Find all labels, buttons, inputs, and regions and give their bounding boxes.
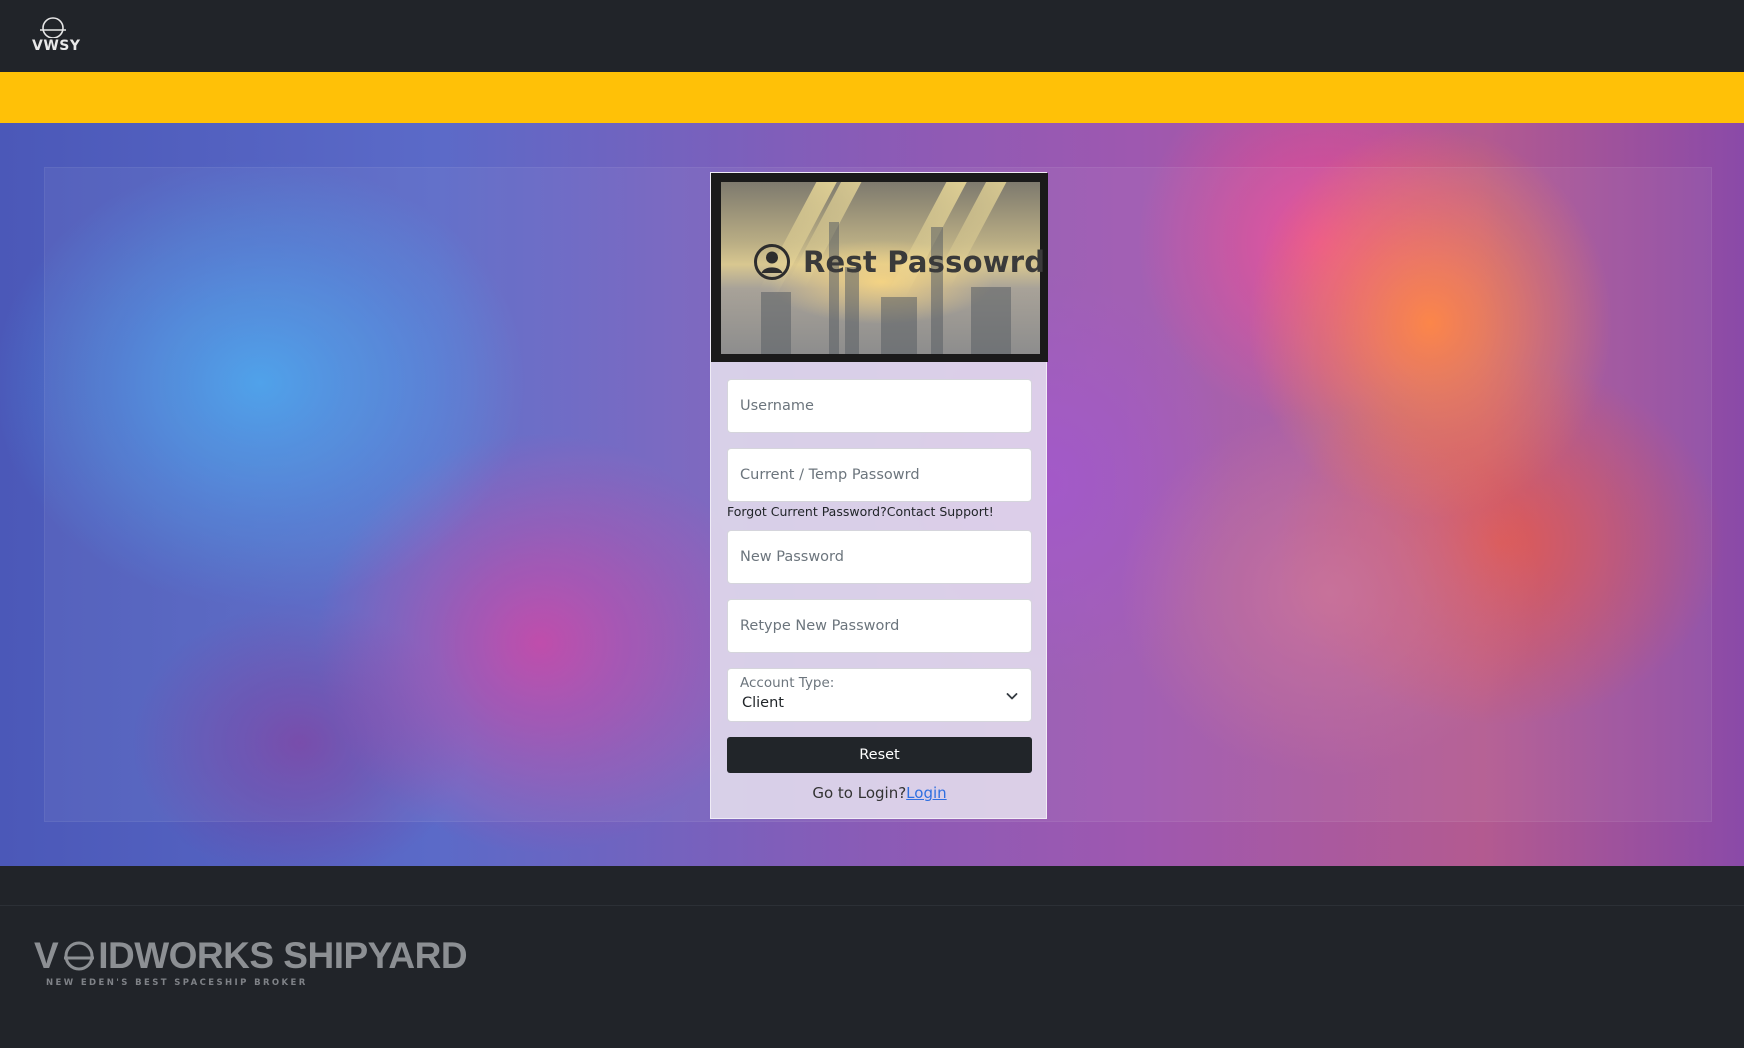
planet-ring-logo-icon — [40, 17, 66, 38]
top-navbar: VWSY — [0, 0, 1744, 72]
footer-brand-logo[interactable]: V IDWORKS SHIPYARD — [34, 932, 468, 980]
forgot-password-link[interactable]: Forgot Current Password?Contact Support! — [727, 504, 994, 519]
account-type-value: Client — [742, 695, 784, 711]
reset-password-card: Rest Passowrd Forgot Current Password?Co… — [710, 172, 1048, 819]
footer-divider — [0, 866, 1744, 906]
login-link[interactable]: Login — [906, 784, 946, 802]
brand-logo[interactable]: VWSY — [30, 14, 94, 58]
username-input[interactable] — [727, 379, 1032, 433]
brand-tagline: NEW EDEN'S BEST SPACESHIP BROKER — [46, 978, 308, 988]
card-title: Rest Passowrd — [753, 243, 1045, 281]
current-password-input[interactable] — [727, 448, 1032, 502]
card-title-text: Rest Passowrd — [803, 245, 1046, 279]
retype-password-input[interactable] — [727, 599, 1032, 653]
reset-button[interactable]: Reset — [727, 737, 1032, 773]
chevron-down-icon — [1006, 693, 1018, 700]
brand-letter-v: V — [34, 935, 59, 976]
user-circle-icon — [754, 244, 790, 280]
brand-logo-text: VWSY — [32, 38, 81, 54]
new-password-input[interactable] — [727, 530, 1032, 584]
account-type-select[interactable]: Account Type: Client — [727, 668, 1032, 722]
goto-login-text: Go to Login? — [812, 784, 907, 802]
card-header: Rest Passowrd — [711, 173, 1048, 362]
notice-banner — [0, 72, 1744, 123]
planet-ring-icon — [64, 941, 95, 971]
account-type-label: Account Type: — [740, 675, 835, 691]
goto-login-row: Go to Login?Login — [711, 784, 1048, 802]
footer: V IDWORKS SHIPYARD NEW EDEN'S BEST SPACE… — [0, 906, 1744, 1048]
brand-name: IDWORKS SHIPYARD — [98, 935, 468, 976]
